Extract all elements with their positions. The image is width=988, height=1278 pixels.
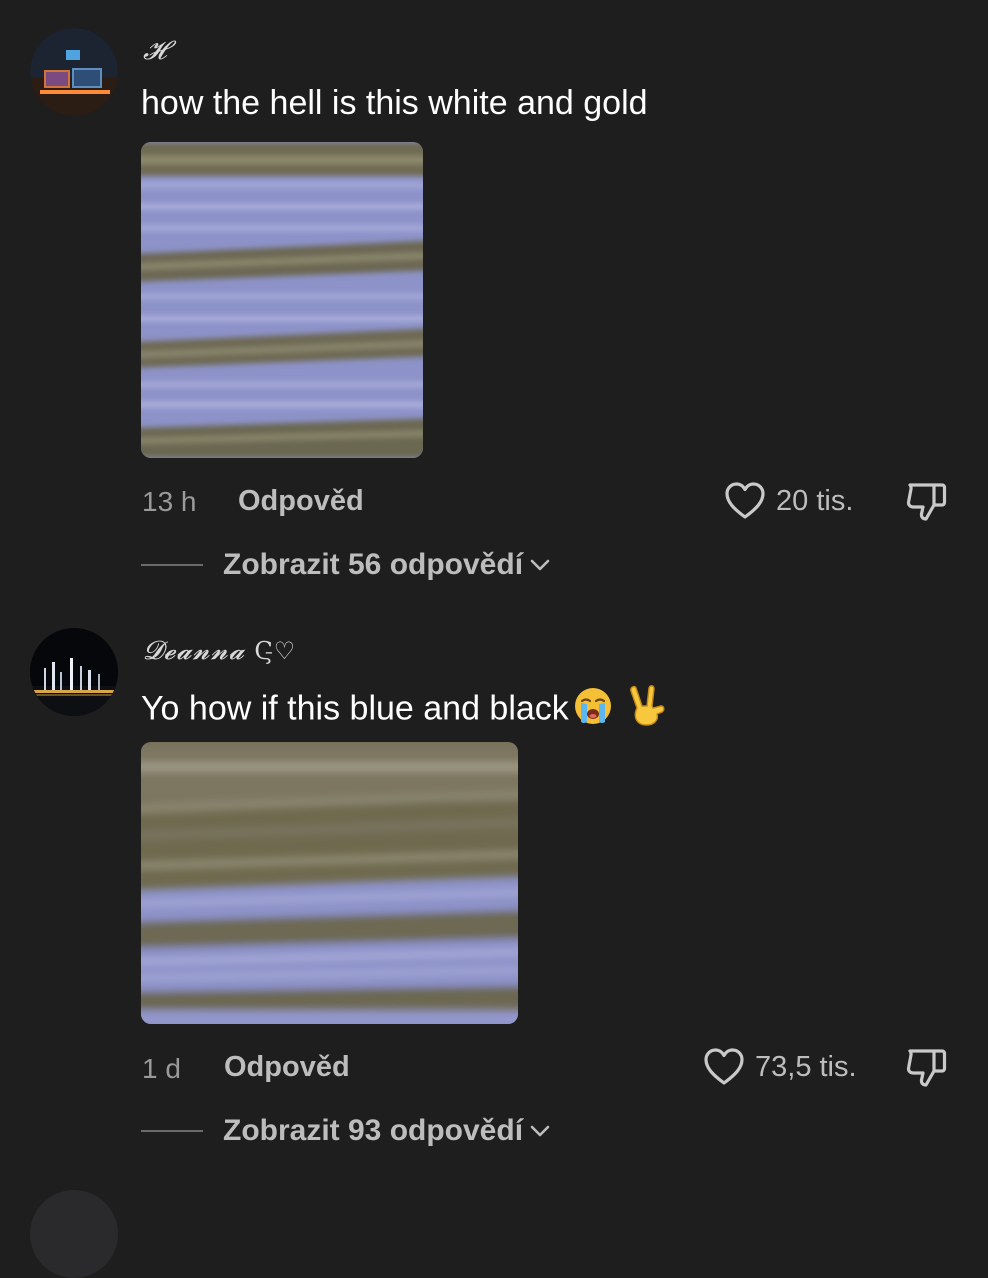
dislike-button[interactable] xyxy=(904,1047,948,1094)
next-comment-avatar[interactable] xyxy=(30,1190,118,1278)
username-decoration: Ϛ̵♡ xyxy=(254,637,297,665)
user-avatar[interactable] xyxy=(30,28,118,116)
username-text: 𝓓𝓮𝓪𝓷𝓷𝓪 xyxy=(143,636,246,666)
comment-photo[interactable] xyxy=(141,742,518,1024)
like-button[interactable]: 73,5 tis. xyxy=(703,1047,857,1087)
gaming-setup-avatar-icon xyxy=(30,28,118,116)
thumbs-down-icon xyxy=(906,1049,947,1087)
heart-icon xyxy=(725,482,765,519)
dress-photo-image xyxy=(141,742,518,1024)
username[interactable]: 𝓗 xyxy=(143,36,167,67)
comment-time: 13 h xyxy=(142,486,197,517)
comment-text: Yo how if this blue and black xyxy=(141,684,667,737)
like-button[interactable]: 20 tis. xyxy=(724,481,853,521)
night-fountain-avatar-icon xyxy=(30,628,118,716)
like-count: 73,5 tis. xyxy=(755,1050,857,1083)
username[interactable]: 𝓓𝓮𝓪𝓷𝓷𝓪 Ϛ̵♡ xyxy=(143,636,296,667)
chevron-down-icon xyxy=(530,1125,550,1137)
chevron-down-icon xyxy=(530,559,550,571)
like-count: 20 tis. xyxy=(776,484,854,517)
view-replies-button[interactable]: Zobrazit 93 odpovědí xyxy=(141,1114,551,1148)
heart-icon xyxy=(704,1048,744,1085)
reply-button[interactable]: Odpověd xyxy=(238,485,364,518)
comment-time: 1 d xyxy=(142,1053,181,1084)
comment-text: how the hell is this white and gold xyxy=(141,84,648,122)
victory-hand-icon xyxy=(627,684,667,737)
thumbs-down-icon xyxy=(906,483,947,521)
loudly-crying-face-icon xyxy=(573,686,613,735)
view-replies-button[interactable]: Zobrazit 56 odpovědí xyxy=(141,548,551,582)
view-replies-label: Zobrazit 56 odpovědí xyxy=(223,548,524,581)
dislike-button[interactable] xyxy=(904,481,948,528)
user-avatar[interactable] xyxy=(30,628,118,716)
reply-button[interactable]: Odpověd xyxy=(224,1051,350,1084)
divider-line xyxy=(141,1130,203,1132)
dress-photo-image xyxy=(141,142,423,458)
view-replies-label: Zobrazit 93 odpovědí xyxy=(223,1114,524,1147)
comment-text-body: Yo how if this blue and black xyxy=(141,689,569,728)
comment-photo[interactable] xyxy=(141,142,423,458)
divider-line xyxy=(141,564,203,566)
